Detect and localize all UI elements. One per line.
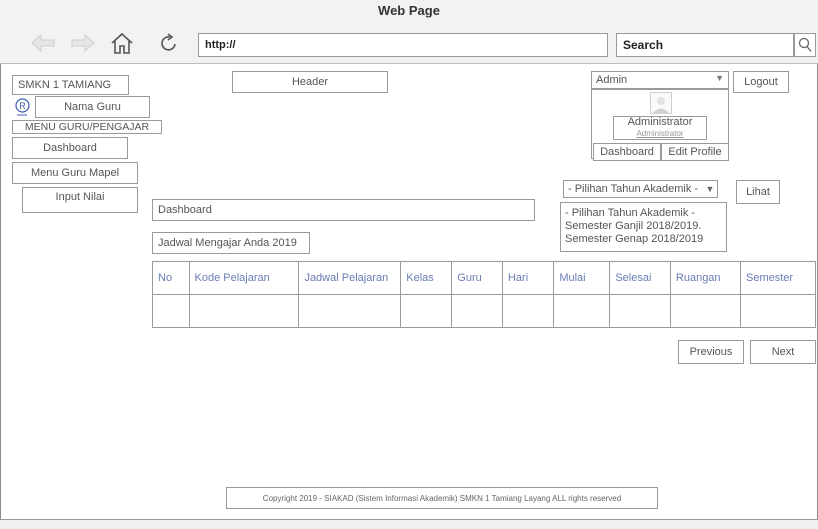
column-header: Mulai (553, 261, 611, 295)
logout-button[interactable]: Logout (733, 71, 789, 93)
school-name: SMKN 1 TAMIANG (12, 75, 129, 95)
previous-button[interactable]: Previous (678, 340, 744, 364)
tab-edit-profile[interactable]: Edit Profile (661, 143, 729, 161)
table-cell (669, 294, 741, 328)
tab-dashboard[interactable]: Dashboard (593, 143, 661, 161)
column-header: Ruangan (669, 261, 741, 295)
search-input[interactable]: Search (616, 33, 794, 57)
chevron-down-icon: ▼ (715, 73, 724, 83)
table-cell (739, 294, 817, 328)
view-button[interactable]: Lihat (736, 180, 780, 204)
user-name: Administrator (627, 116, 693, 128)
registered-logo-icon: R (14, 95, 30, 119)
year-option[interactable]: Semester Genap 2018/2019 (565, 233, 703, 246)
schedule-table: No Kode Pelajaran Jadwal Pelajaran Kelas… (152, 261, 817, 328)
teacher-name: Nama Guru (35, 96, 150, 118)
column-header: Selesai (609, 261, 671, 295)
search-icon[interactable] (794, 33, 816, 57)
user-select-value: Admin (596, 74, 628, 86)
sidebar-item-menu-guru-mapel[interactable]: Menu Guru Mapel (12, 162, 138, 184)
column-header: Hari (501, 261, 555, 295)
column-header: Jadwal Pelajaran (298, 261, 402, 295)
table-row (152, 294, 817, 328)
user-role: Administrator (636, 129, 684, 138)
avatar (649, 92, 673, 114)
user-card: Administrator Administrator (613, 116, 707, 140)
user-select[interactable]: Admin ▼ (591, 71, 729, 89)
menu-title: MENU GURU/PENGAJAR (12, 120, 162, 134)
table-cell (451, 294, 503, 328)
column-header: Guru (451, 261, 503, 295)
year-option[interactable]: Semester Ganjil 2018/2019. (565, 220, 701, 233)
table-cell (553, 294, 611, 328)
table-header-row: No Kode Pelajaran Jadwal Pelajaran Kelas… (152, 261, 817, 295)
breadcrumb: Dashboard (152, 199, 535, 221)
table-cell (188, 294, 300, 328)
sidebar-item-input-nilai[interactable]: Input Nilai (22, 187, 138, 213)
table-cell (501, 294, 555, 328)
table-cell (609, 294, 671, 328)
column-header: Kode Pelajaran (188, 261, 300, 295)
window-title: Web Page (0, 0, 818, 22)
address-bar[interactable]: http:// (198, 33, 608, 57)
column-header: Kelas (400, 261, 453, 295)
section-title: Jadwal Mengajar Anda 2019 (152, 232, 310, 254)
sidebar-item-dashboard[interactable]: Dashboard (12, 137, 128, 159)
column-header: Semester (739, 261, 817, 295)
refresh-icon[interactable] (155, 30, 183, 56)
column-header: No (152, 261, 190, 295)
table-cell (298, 294, 402, 328)
next-button[interactable]: Next (750, 340, 816, 364)
svg-text:R: R (19, 101, 26, 111)
back-arrow-icon[interactable] (28, 30, 58, 56)
status-bar (0, 519, 818, 529)
academic-year-select[interactable]: - Pilihan Tahun Akademik - ▼ (563, 180, 718, 198)
home-icon[interactable] (105, 30, 139, 56)
table-cell (152, 294, 190, 328)
forward-arrow-icon[interactable] (68, 30, 98, 56)
academic-year-options: - Pilihan Tahun Akademik - Semester Ganj… (560, 202, 727, 252)
header-placeholder: Header (232, 71, 388, 93)
footer-copyright: Copyright 2019 - SIAKAD (Sistem Informas… (226, 487, 658, 509)
academic-year-selected: - Pilihan Tahun Akademik - (568, 183, 699, 195)
year-option[interactable]: - Pilihan Tahun Akademik - (565, 207, 695, 220)
dropdown-arrow-icon: ▼ (703, 181, 717, 197)
table-cell (400, 294, 453, 328)
